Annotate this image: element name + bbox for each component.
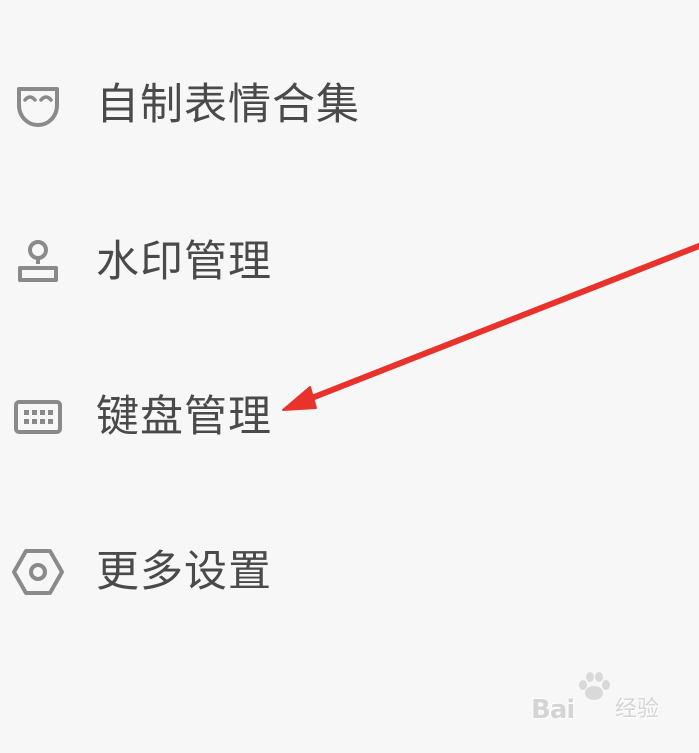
paw-icon xyxy=(579,672,610,700)
hexagon-gear-icon xyxy=(8,542,68,602)
menu-item-label: 键盘管理 xyxy=(96,391,272,442)
menu-item-label: 自制表情合集 xyxy=(96,79,360,130)
keyboard-icon xyxy=(8,387,68,447)
menu-item-label: 更多设置 xyxy=(96,546,272,597)
watermark-brand: Bai xyxy=(531,695,575,725)
baidu-jingyan-watermark: Bai 经验 xyxy=(531,672,661,725)
mask-icon xyxy=(8,75,68,135)
menu-item-custom-emoji[interactable]: 自制表情合集 xyxy=(0,50,520,160)
menu-item-label: 水印管理 xyxy=(96,236,272,287)
settings-menu: 自制表情合集 水印管理 键盘管理 更多设置 xyxy=(0,0,699,753)
menu-item-more-settings[interactable]: 更多设置 xyxy=(0,517,520,627)
menu-item-watermark[interactable]: 水印管理 xyxy=(0,207,520,317)
stamp-icon xyxy=(8,232,68,292)
watermark-suffix: 经验 xyxy=(615,697,660,722)
menu-item-keyboard[interactable]: 键盘管理 xyxy=(0,362,520,472)
